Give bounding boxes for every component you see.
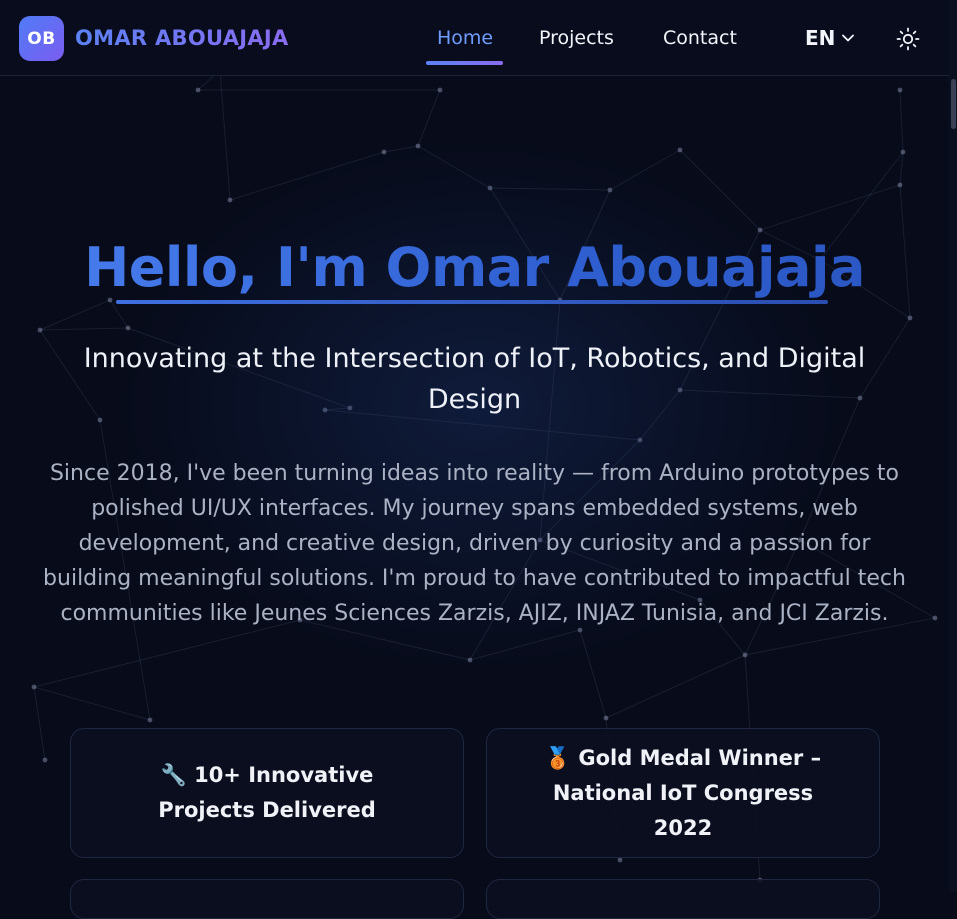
active-nav-indicator (426, 61, 503, 65)
navbar: OB OMAR ABOUAJAJA Home Projects Contact … (0, 0, 957, 76)
highlight-label: Gold Medal Winner – National IoT Congres… (552, 745, 822, 840)
scrollbar-thumb[interactable] (951, 79, 956, 129)
hero-subtitle: Innovating at the Intersection of IoT, R… (83, 343, 866, 415)
highlight-label: 10+ Innovative Projects Delivered (158, 763, 376, 822)
nav-link-home[interactable]: Home (437, 27, 493, 49)
medal-icon: 🥉 (544, 745, 572, 770)
hero-title: Hello, I'm Omar Abouajaja (0, 236, 949, 299)
sun-icon[interactable] (895, 26, 921, 52)
logo-badge[interactable]: OB (19, 16, 64, 61)
brand-name[interactable]: OMAR ABOUAJAJA (75, 26, 289, 50)
chevron-down-icon (842, 34, 855, 42)
highlight-text-projects: 🔧 10+ Innovative Projects Delivered (111, 758, 423, 828)
highlight-card-partial (486, 879, 880, 919)
hero-description: Since 2018, I've been turning ideas into… (43, 461, 906, 626)
highlight-card-projects: 🔧 10+ Innovative Projects Delivered (70, 728, 464, 858)
highlight-card-medal: 🥉 Gold Medal Winner – National IoT Congr… (486, 728, 880, 858)
language-label: EN (805, 26, 836, 50)
wrench-icon: 🔧 (160, 763, 187, 787)
highlight-text-medal: 🥉 Gold Medal Winner – National IoT Congr… (527, 741, 839, 846)
highlight-card-partial (70, 879, 464, 919)
nav-link-projects[interactable]: Projects (539, 27, 614, 49)
title-underline (116, 300, 828, 304)
language-selector[interactable]: EN (805, 26, 855, 50)
nav-link-contact[interactable]: Contact (663, 27, 737, 49)
scrollbar-track[interactable] (949, 0, 957, 892)
